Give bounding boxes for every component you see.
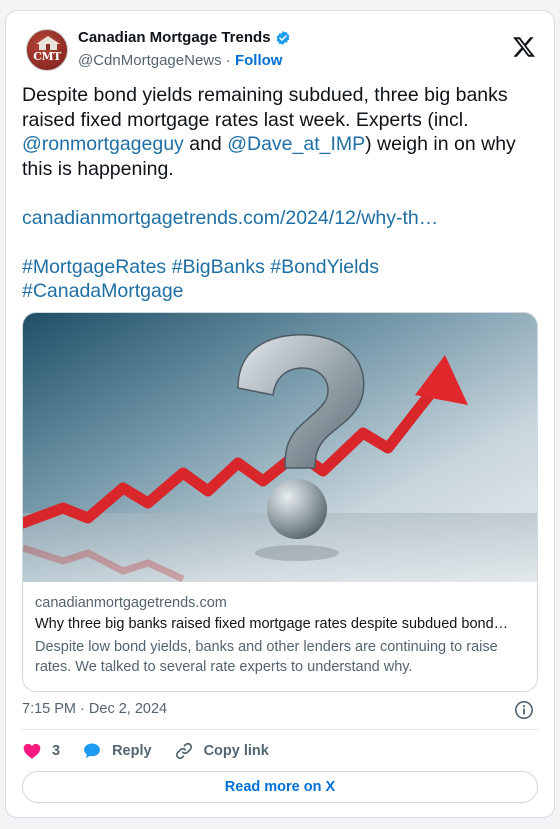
author-info: Canadian Mortgage Trends @CdnMortgageNew… bbox=[78, 29, 291, 69]
tweet-actions: 3 Reply Copy link bbox=[22, 739, 291, 763]
mention-ronmortgageguy[interactable]: @ronmortgageguy bbox=[22, 133, 184, 155]
copy-link-button[interactable]: Copy link bbox=[174, 741, 269, 761]
reply-button[interactable]: Reply bbox=[82, 741, 152, 761]
author-avatar[interactable]: CMT bbox=[26, 29, 68, 71]
hashtag-mortgagerates[interactable]: #MortgageRates bbox=[22, 256, 166, 278]
tweet-header: CMT Canadian Mortgage Trends @CdnMortgag… bbox=[22, 25, 538, 73]
house-icon bbox=[36, 36, 60, 50]
tweet-url-link[interactable]: canadianmortgagetrends.com/2024/12/why-t… bbox=[22, 207, 438, 229]
tweet-text: Despite bond yields remaining subdued, t… bbox=[22, 83, 542, 304]
author-display-name[interactable]: Canadian Mortgage Trends bbox=[78, 29, 271, 46]
divider bbox=[22, 729, 538, 730]
tweet-body-start: Despite bond yields remaining subdued, t… bbox=[22, 84, 514, 131]
link-preview-title: Why three big banks raised fixed mortgag… bbox=[35, 616, 509, 632]
mention-dave-at-imp[interactable]: @Dave_at_IMP bbox=[227, 133, 365, 155]
timestamp-separator: · bbox=[80, 701, 85, 717]
link-preview-description: Despite low bond yields, banks and other… bbox=[35, 639, 498, 675]
like-button[interactable]: 3 bbox=[22, 741, 60, 761]
x-logo-icon[interactable] bbox=[512, 35, 536, 59]
hashtag-bigbanks[interactable]: #BigBanks bbox=[172, 256, 265, 278]
tweet-date: Dec 2, 2024 bbox=[88, 701, 168, 717]
handle-separator: · bbox=[225, 52, 231, 69]
hashtag-bondyields[interactable]: #BondYields bbox=[270, 256, 379, 278]
link-icon bbox=[175, 742, 192, 760]
follow-button[interactable]: Follow bbox=[235, 52, 283, 69]
tweet-body-and: and bbox=[183, 133, 228, 155]
info-icon[interactable] bbox=[514, 700, 534, 720]
tweet-embed-card: CMT Canadian Mortgage Trends @CdnMortgag… bbox=[5, 10, 555, 818]
like-count: 3 bbox=[52, 743, 61, 759]
author-handle[interactable]: @CdnMortgageNews bbox=[78, 52, 222, 69]
hashtag-canadamortgage[interactable]: #CanadaMortgage bbox=[22, 280, 184, 302]
link-preview-card[interactable]: canadianmortgagetrends.com Why three big… bbox=[22, 312, 538, 692]
article-image bbox=[23, 313, 537, 582]
heart-icon bbox=[23, 743, 41, 759]
link-preview-domain: canadianmortgagetrends.com bbox=[35, 595, 227, 611]
avatar-text: CMT bbox=[33, 50, 61, 63]
link-preview-meta: canadianmortgagetrends.com Why three big… bbox=[35, 595, 525, 677]
read-more-button[interactable]: Read more on X bbox=[22, 771, 538, 803]
verified-badge-icon bbox=[276, 30, 289, 45]
tweet-time: 7:15 PM bbox=[22, 701, 76, 717]
copy-link-label: Copy link bbox=[203, 743, 269, 759]
reply-icon bbox=[84, 743, 100, 759]
tweet-timestamp[interactable]: 7:15 PM · Dec 2, 2024 bbox=[22, 701, 167, 717]
reply-label: Reply bbox=[112, 743, 152, 759]
